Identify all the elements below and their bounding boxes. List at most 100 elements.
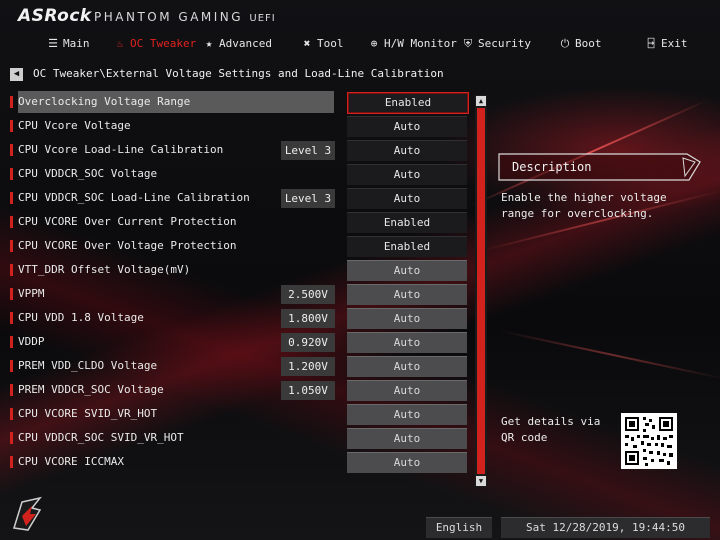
row-marker bbox=[10, 456, 13, 468]
setting-label: CPU VCORE Over Current Protection bbox=[18, 215, 237, 228]
current-voltage-badge: 1.200V bbox=[281, 357, 335, 376]
product-label: PHANTOM GAMING bbox=[94, 10, 244, 24]
row-marker bbox=[10, 264, 13, 276]
setting-row[interactable]: CPU VCORE Over Current Protection Enable… bbox=[10, 211, 470, 233]
setting-value-button[interactable]: Auto bbox=[347, 356, 467, 377]
tab-hw-monitor-label: H/W Monitor bbox=[384, 37, 457, 50]
setting-label: CPU Vcore Load-Line Calibration bbox=[18, 143, 224, 156]
row-marker bbox=[10, 168, 13, 180]
qr-code bbox=[621, 413, 677, 469]
tab-oc-tweaker-label: OC Tweaker bbox=[130, 37, 197, 50]
setting-label: CPU VDDCR_SOC Load-Line Calibration bbox=[18, 191, 250, 204]
main-tabs: ☰ Main ♨ OC Tweaker ★ Advanced ✖ Tool ⊕ H/W M… bbox=[0, 30, 720, 58]
setting-row[interactable]: CPU VCORE ICCMAX Auto bbox=[10, 451, 470, 473]
setting-row[interactable]: VDDP 0.920V Auto bbox=[10, 331, 470, 353]
setting-label: VPPM bbox=[18, 287, 45, 300]
brand-logo: ASRock bbox=[18, 6, 92, 26]
monitor-icon: ⊕ bbox=[370, 37, 378, 50]
current-level-badge: Level 3 bbox=[281, 141, 335, 160]
setting-row[interactable]: PREM VDDCR_SOC Voltage 1.050V Auto bbox=[10, 379, 470, 401]
flame-icon: ♨ bbox=[116, 37, 124, 50]
tab-main[interactable]: ☰ Main bbox=[46, 30, 90, 58]
row-marker bbox=[10, 288, 13, 300]
setting-label: CPU VDDCR_SOC SVID_VR_HOT bbox=[18, 431, 184, 444]
setting-label: VTT_DDR Offset Voltage(mV) bbox=[18, 263, 191, 276]
row-marker bbox=[10, 432, 13, 444]
setting-label: PREM VDD_CLDO Voltage bbox=[18, 359, 158, 372]
exit-icon: ⍈ bbox=[647, 37, 655, 50]
setting-value-button[interactable]: Auto bbox=[347, 380, 467, 401]
current-voltage-badge: 0.920V bbox=[281, 333, 335, 352]
breadcrumb: ◀ OC Tweaker\External Voltage Settings an… bbox=[10, 66, 444, 82]
scroll-up-arrow-icon[interactable]: ▲ bbox=[476, 96, 486, 106]
tab-security[interactable]: ⛨ Security bbox=[461, 30, 531, 58]
phantom-gaming-emblem-icon bbox=[13, 496, 42, 531]
setting-value-button[interactable]: Enabled bbox=[347, 92, 469, 114]
row-marker bbox=[10, 192, 13, 204]
uefi-label: UEFI bbox=[249, 13, 276, 24]
setting-row[interactable]: CPU VDD 1.8 Voltage 1.800V Auto bbox=[10, 307, 470, 329]
description-title: Description bbox=[512, 160, 592, 174]
setting-value-button[interactable]: Auto bbox=[347, 308, 467, 329]
tab-oc-tweaker[interactable]: ♨ OC Tweaker bbox=[113, 30, 197, 58]
setting-row[interactable]: CPU VDDCR_SOC Voltage Auto bbox=[10, 163, 470, 185]
tools-icon: ✖ bbox=[303, 37, 311, 50]
setting-value-button[interactable]: Auto bbox=[347, 188, 467, 209]
setting-value-button[interactable]: Auto bbox=[347, 116, 467, 137]
tab-boot[interactable]: ⏻ Boot bbox=[558, 30, 602, 58]
setting-value-button[interactable]: Auto bbox=[347, 284, 467, 305]
setting-value-button[interactable]: Auto bbox=[347, 452, 467, 473]
row-marker bbox=[10, 120, 13, 132]
setting-row[interactable]: VPPM 2.500V Auto bbox=[10, 283, 470, 305]
row-marker bbox=[10, 96, 13, 108]
setting-row[interactable]: CPU Vcore Voltage Auto bbox=[10, 115, 470, 137]
setting-value-button[interactable]: Auto bbox=[347, 332, 467, 353]
tab-security-label: Security bbox=[478, 37, 531, 50]
setting-value-button[interactable]: Auto bbox=[347, 404, 467, 425]
row-marker bbox=[10, 360, 13, 372]
current-voltage-badge: 1.050V bbox=[281, 381, 335, 400]
setting-row[interactable]: CPU VDDCR_SOC Load-Line Calibration Leve… bbox=[10, 187, 470, 209]
row-marker bbox=[10, 336, 13, 348]
setting-value-button[interactable]: Auto bbox=[347, 428, 467, 449]
setting-row[interactable]: CPU VCORE SVID_VR_HOT Auto bbox=[10, 403, 470, 425]
tab-advanced[interactable]: ★ Advanced bbox=[202, 30, 272, 58]
setting-row[interactable]: VTT_DDR Offset Voltage(mV) Auto bbox=[10, 259, 470, 281]
row-marker bbox=[10, 144, 13, 156]
tab-tool[interactable]: ✖ Tool bbox=[300, 30, 344, 58]
product-name: PHANTOM GAMING UEFI bbox=[94, 10, 276, 24]
power-icon: ⏻ bbox=[560, 37, 570, 50]
setting-row[interactable]: CPU VDDCR_SOC SVID_VR_HOT Auto bbox=[10, 427, 470, 449]
description-text: Enable the higher voltage range for over… bbox=[501, 191, 667, 220]
setting-value-button[interactable]: Auto bbox=[347, 260, 467, 281]
row-marker bbox=[10, 408, 13, 420]
tab-exit[interactable]: ⍈ Exit bbox=[644, 30, 688, 58]
setting-label: CPU VCORE ICCMAX bbox=[18, 455, 124, 468]
date-time-display: Sat 12/28/2019, 19:44:50 bbox=[501, 517, 710, 538]
back-arrow-icon[interactable]: ◀ bbox=[10, 67, 23, 81]
language-button[interactable]: English bbox=[426, 517, 492, 538]
setting-row[interactable]: CPU VCORE Over Voltage Protection Enable… bbox=[10, 235, 470, 257]
scrollbar-thumb[interactable] bbox=[477, 108, 485, 474]
setting-value-button[interactable]: Enabled bbox=[347, 212, 467, 233]
setting-label: CPU Vcore Voltage bbox=[18, 119, 131, 132]
tab-main-label: Main bbox=[63, 37, 90, 50]
setting-label: CPU VDDCR_SOC Voltage bbox=[18, 167, 158, 180]
current-voltage-badge: 2.500V bbox=[281, 285, 335, 304]
setting-label: CPU VDD 1.8 Voltage bbox=[18, 311, 144, 324]
setting-value-button[interactable]: Enabled bbox=[347, 236, 467, 257]
tab-exit-label: Exit bbox=[661, 37, 688, 50]
scroll-down-arrow-icon[interactable]: ▼ bbox=[476, 476, 486, 486]
setting-row[interactable]: PREM VDD_CLDO Voltage 1.200V Auto bbox=[10, 355, 470, 377]
setting-value-button[interactable]: Auto bbox=[347, 164, 467, 185]
tab-tool-label: Tool bbox=[317, 37, 344, 50]
row-marker bbox=[10, 240, 13, 252]
setting-value-button[interactable]: Auto bbox=[347, 140, 467, 161]
setting-row[interactable]: Overclocking Voltage Range Enabled bbox=[10, 91, 470, 114]
row-marker bbox=[10, 384, 13, 396]
tab-advanced-label: Advanced bbox=[219, 37, 272, 50]
tab-hw-monitor[interactable]: ⊕ H/W Monitor bbox=[367, 30, 457, 58]
tab-boot-label: Boot bbox=[575, 37, 602, 50]
setting-label: CPU VCORE SVID_VR_HOT bbox=[18, 407, 158, 420]
setting-row[interactable]: CPU Vcore Load-Line Calibration Level 3 … bbox=[10, 139, 470, 161]
